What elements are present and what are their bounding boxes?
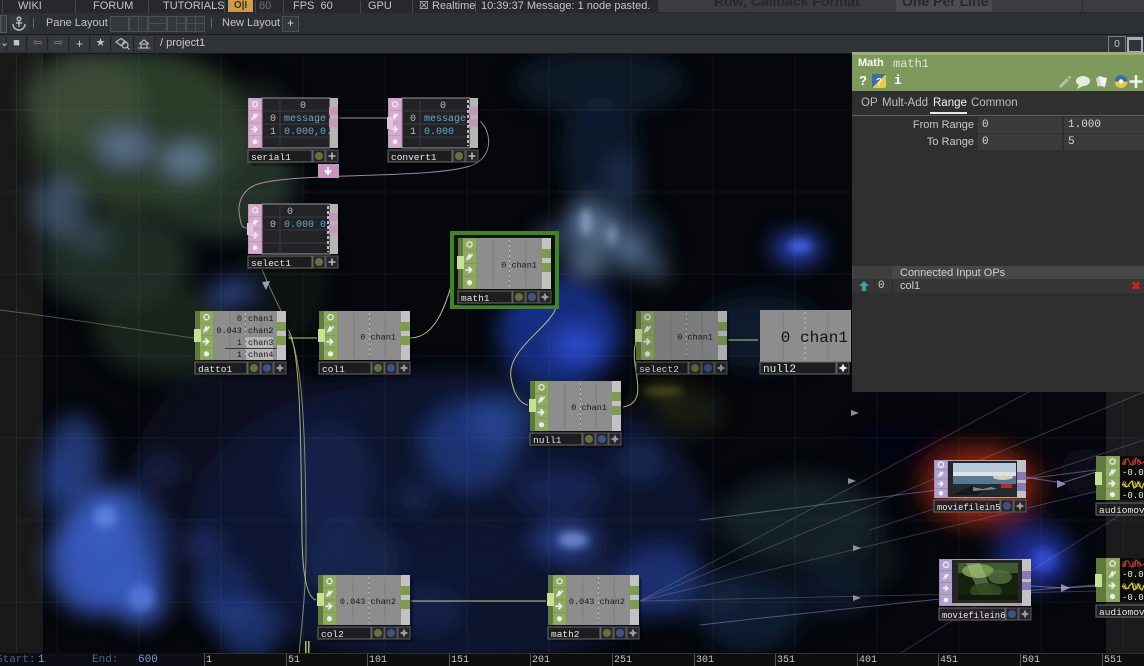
svg-text:select2: select2 bbox=[639, 364, 679, 375]
svg-text:-0.00: -0.00 bbox=[1122, 570, 1144, 580]
svg-text:1: 1 bbox=[270, 127, 276, 138]
svg-text:0.043 chan2: 0.043 chan2 bbox=[569, 597, 625, 607]
svg-text:moviefilein6: moviefilein6 bbox=[942, 611, 1005, 621]
svg-text:0 chan1: 0 chan1 bbox=[571, 403, 607, 413]
svg-text:chan3: chan3 bbox=[248, 338, 274, 348]
svg-text:col2: col2 bbox=[321, 629, 344, 640]
svg-text:audiomovi: audiomovi bbox=[1099, 505, 1144, 516]
svg-text:0.000: 0.000 bbox=[424, 127, 454, 138]
svg-text:chan1: chan1 bbox=[248, 314, 274, 324]
svg-text:1: 1 bbox=[237, 350, 242, 360]
svg-text:chan2: chan2 bbox=[248, 326, 274, 336]
svg-text:0: 0 bbox=[440, 101, 446, 112]
svg-text:0.00: 0.00 bbox=[1122, 459, 1141, 468]
svg-text:1: 1 bbox=[410, 127, 416, 138]
svg-text:0: 0 bbox=[410, 114, 416, 125]
svg-text:select1: select1 bbox=[251, 258, 291, 269]
svg-text:message: message bbox=[284, 114, 326, 125]
svg-text:message: message bbox=[424, 114, 466, 125]
svg-text:0.043 chan2: 0.043 chan2 bbox=[340, 597, 396, 607]
svg-text:0.000,0.: 0.000,0. bbox=[284, 127, 332, 138]
svg-text:?: ? bbox=[876, 77, 882, 88]
svg-text:0: 0 bbox=[270, 114, 276, 125]
svg-text:null1: null1 bbox=[533, 435, 562, 446]
svg-text:convert1: convert1 bbox=[391, 152, 437, 163]
svg-text:moviefilein5: moviefilein5 bbox=[937, 503, 1000, 513]
svg-text:chan4: chan4 bbox=[248, 350, 274, 360]
svg-text:null2: null2 bbox=[763, 364, 796, 376]
svg-text:0.00: 0.00 bbox=[1122, 481, 1141, 490]
svg-text:-0.00: -0.00 bbox=[1122, 491, 1144, 501]
svg-text:0.00: 0.00 bbox=[1122, 583, 1141, 592]
svg-text:0: 0 bbox=[300, 101, 306, 112]
svg-text:-0.00: -0.00 bbox=[1122, 593, 1144, 603]
svg-text:datto1: datto1 bbox=[198, 364, 233, 375]
svg-text:0 chan1: 0 chan1 bbox=[501, 261, 537, 271]
svg-text:0: 0 bbox=[287, 207, 293, 218]
svg-text:col1: col1 bbox=[322, 364, 345, 375]
svg-text:0 chan1: 0 chan1 bbox=[781, 329, 848, 347]
svg-text:0: 0 bbox=[270, 220, 276, 231]
svg-text:serial1: serial1 bbox=[251, 152, 291, 163]
svg-text:math1: math1 bbox=[461, 293, 490, 304]
svg-text:0 chan1: 0 chan1 bbox=[677, 333, 713, 343]
svg-text:math2: math2 bbox=[551, 629, 580, 640]
svg-text:0.043: 0.043 bbox=[216, 326, 242, 336]
svg-text:-0.00: -0.00 bbox=[1122, 468, 1144, 478]
svg-text:0.00: 0.00 bbox=[1122, 561, 1141, 570]
svg-text:audiomovi: audiomovi bbox=[1099, 607, 1144, 618]
svg-text:1: 1 bbox=[237, 338, 242, 348]
svg-text:0 chan1: 0 chan1 bbox=[360, 333, 396, 343]
svg-text:0: 0 bbox=[237, 314, 242, 324]
